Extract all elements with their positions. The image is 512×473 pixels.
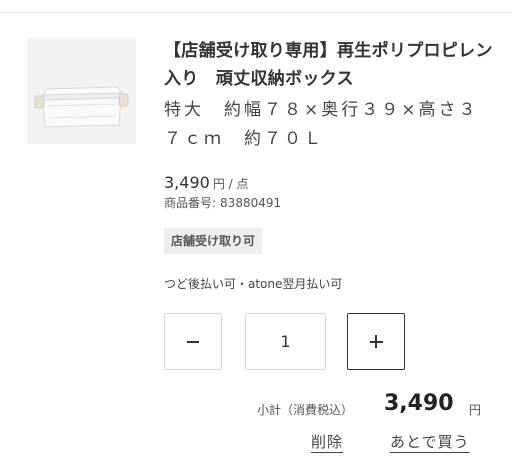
item-number: 商品番号: 83880491 [164,194,281,211]
quantity-increase-button[interactable] [347,313,405,370]
subtotal-value: 3,490 [384,391,454,416]
unit-price: 3,490 円 / 点 [164,173,249,192]
product-title[interactable]: 【店舗受け取り専用】再生ポリプロピレン入り 頑丈収納ボックス [164,37,494,93]
store-pickup-badge: 店舗受け取り可 [164,228,263,254]
quantity-input[interactable]: 1 [245,313,326,370]
item-number-value: 83880491 [220,196,282,210]
product-spec: 特大 約幅７８×奥行３９×高さ３７ｃｍ 約７０Ｌ [164,100,479,149]
subtotal-label: 小計（消費税込） [257,403,354,417]
product-thumbnail[interactable] [27,38,136,144]
top-divider [0,12,512,13]
plus-icon [369,335,383,348]
storage-box-image [27,38,136,144]
quantity-decrease-button[interactable] [164,313,222,370]
delete-link[interactable]: 削除 [311,431,343,452]
price-unit: 円 / 点 [212,177,249,191]
payment-note: つど後払い可・atone翌月払い可 [164,277,343,291]
item-number-label: 商品番号: [164,196,217,210]
buy-later-link[interactable]: あとで買う [390,431,470,452]
subtotal-unit: 円 [469,403,482,417]
minus-icon [187,340,199,343]
price-value: 3,490 [164,173,210,192]
